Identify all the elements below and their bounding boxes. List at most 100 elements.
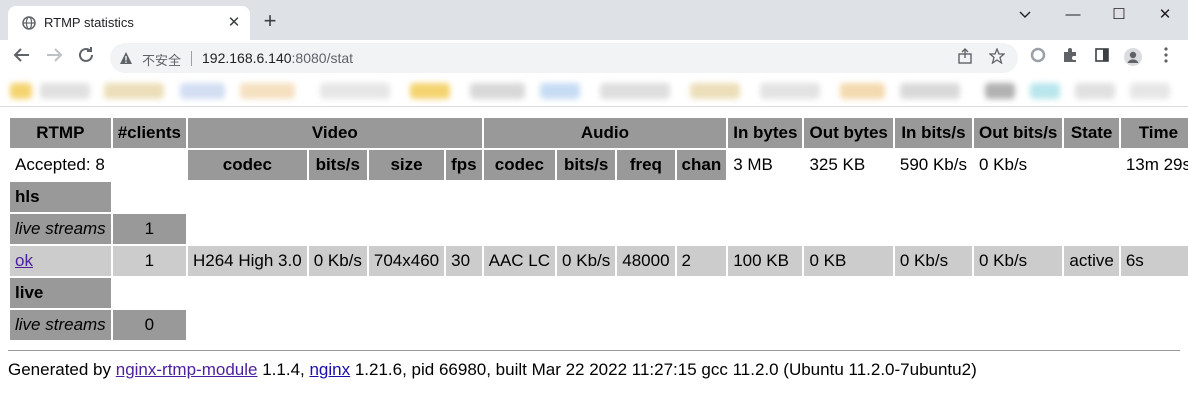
total-in-bits: 590 Kb/s xyxy=(899,155,967,174)
stream-in-bits: 0 Kb/s xyxy=(894,246,972,276)
browser-toolbar: 不安全 192.168.6.140:8080/stat xyxy=(0,40,1188,76)
url-host: 192.168.6.140 xyxy=(202,50,292,66)
col-time: Time xyxy=(1120,118,1188,148)
insecure-label[interactable]: 不安全 xyxy=(142,50,181,69)
page-content: RTMP #clients Video Audio In bytes Out b… xyxy=(8,116,1188,342)
live-streams-row-live: live streams 0 xyxy=(10,310,1188,340)
col-audio-chan: chan xyxy=(676,150,727,180)
tab-title: RTMP statistics xyxy=(44,15,134,30)
col-audio-codec: codec xyxy=(483,150,556,180)
live-streams-label: live streams xyxy=(10,214,111,244)
total-state xyxy=(1064,150,1118,180)
col-video: Video xyxy=(188,118,482,148)
share-icon[interactable] xyxy=(955,48,975,68)
col-audio: Audio xyxy=(483,118,727,148)
col-audio-bits: bits/s xyxy=(557,150,616,180)
new-tab-button[interactable]: + xyxy=(258,10,282,34)
bookmark-item[interactable] xyxy=(320,83,390,99)
bookmarks-bar xyxy=(0,76,1188,107)
stream-in-bytes: 100 KB xyxy=(728,246,803,276)
live-streams-label: live streams xyxy=(10,310,111,340)
bookmark-item[interactable] xyxy=(760,83,820,99)
stream-link-ok[interactable]: ok xyxy=(15,251,33,270)
bookmark-item[interactable] xyxy=(40,83,90,99)
table-header-row: RTMP #clients Video Audio In bytes Out b… xyxy=(10,118,1188,148)
stream-video-bits: 0 Kb/s xyxy=(308,246,367,276)
bookmark-item[interactable] xyxy=(540,83,580,99)
bookmark-item[interactable] xyxy=(985,83,1015,99)
tab-search-icon[interactable] xyxy=(1002,2,1048,28)
stream-out-bytes: 0 KB xyxy=(804,246,893,276)
col-rtmp: RTMP xyxy=(10,118,111,148)
col-state: State xyxy=(1064,118,1119,148)
extensions-puzzle-icon[interactable] xyxy=(1059,47,1081,69)
total-out-bytes: 325 KB xyxy=(809,155,866,174)
col-out-bytes: Out bytes xyxy=(804,118,893,148)
bookmark-item[interactable] xyxy=(104,83,164,99)
footer: Generated by nginx-rtmp-module 1.1.4, ng… xyxy=(8,360,977,380)
stream-video-size: 704x460 xyxy=(368,246,445,276)
live-streams-row-hls: live streams 1 xyxy=(10,214,1188,244)
separator xyxy=(191,51,192,66)
reload-icon[interactable] xyxy=(74,46,98,70)
live-streams-count: 0 xyxy=(112,310,186,340)
col-video-codec: codec xyxy=(188,150,307,180)
uptime: 13m 29s xyxy=(1125,155,1188,174)
maximize-button[interactable]: ☐ xyxy=(1096,2,1142,28)
col-clients: #clients xyxy=(112,118,186,148)
stream-name-cell: ok xyxy=(10,246,111,276)
app-row-hls: hls xyxy=(10,182,1188,212)
address-bar[interactable]: 不安全 192.168.6.140:8080/stat xyxy=(110,43,1018,73)
accepted-count: Accepted: 8 xyxy=(15,155,105,174)
back-icon[interactable] xyxy=(10,46,34,70)
bookmark-item[interactable] xyxy=(240,83,295,99)
bookmark-item[interactable] xyxy=(690,83,740,99)
nginx-rtmp-module-link[interactable]: nginx-rtmp-module xyxy=(116,360,258,379)
app-name-live: live xyxy=(10,278,111,308)
tab-rtmp-statistics[interactable]: RTMP statistics ✕ xyxy=(8,6,250,40)
stream-clients: 1 xyxy=(112,246,186,276)
side-panel-icon[interactable] xyxy=(1091,47,1113,69)
total-in-bytes: 3 MB xyxy=(733,155,773,174)
app-row-live: live xyxy=(10,278,1188,308)
minimize-button[interactable]: — xyxy=(1050,2,1096,28)
summary-row: Accepted: 8 codec bits/s size fps codec … xyxy=(10,150,1188,180)
bookmark-item[interactable] xyxy=(1130,83,1170,99)
live-streams-count: 1 xyxy=(112,214,186,244)
url-path: :8080/stat xyxy=(291,50,354,66)
profile-avatar-icon[interactable] xyxy=(1122,47,1144,69)
stream-out-bits: 0 Kb/s xyxy=(973,246,1063,276)
bookmark-item[interactable] xyxy=(600,83,670,99)
close-tab-icon[interactable]: ✕ xyxy=(226,15,242,31)
warning-icon[interactable] xyxy=(119,51,133,65)
forward-icon[interactable] xyxy=(42,46,66,70)
extension-circle-icon[interactable] xyxy=(1027,47,1049,69)
col-video-size: size xyxy=(368,150,445,180)
stream-audio-codec: AAC LC xyxy=(483,246,556,276)
footer-divider xyxy=(8,350,1180,351)
col-audio-freq: freq xyxy=(617,150,675,180)
bookmark-item[interactable] xyxy=(840,83,885,99)
bookmark-star-icon[interactable] xyxy=(987,47,1007,68)
globe-icon xyxy=(22,16,36,30)
footer-build-info: 1.21.6, pid 66980, built Mar 22 2022 11:… xyxy=(350,360,977,379)
bookmark-item[interactable] xyxy=(410,83,450,99)
total-out-bits: 0 Kb/s xyxy=(978,155,1028,174)
col-out-bits: Out bits/s xyxy=(973,118,1063,148)
bookmark-item[interactable] xyxy=(1075,83,1115,99)
close-window-button[interactable]: ✕ xyxy=(1142,2,1188,28)
menu-kebab-icon[interactable] xyxy=(1155,47,1177,69)
bookmark-item[interactable] xyxy=(1030,83,1060,99)
stream-audio-freq: 48000 xyxy=(617,246,675,276)
bookmark-item[interactable] xyxy=(180,83,225,99)
url-text[interactable]: 192.168.6.140:8080/stat xyxy=(202,50,353,66)
bookmark-item[interactable] xyxy=(470,83,525,99)
footer-module-version: 1.1.4, xyxy=(257,360,310,379)
bookmark-item[interactable] xyxy=(10,83,32,99)
col-in-bytes: In bytes xyxy=(728,118,803,148)
stream-row: ok 1 H264 High 3.0 0 Kb/s 704x460 30 AAC… xyxy=(10,246,1188,276)
nginx-link[interactable]: nginx xyxy=(309,360,350,379)
stream-time: 6s xyxy=(1120,246,1188,276)
bookmark-item[interactable] xyxy=(900,83,960,99)
footer-generated-by: Generated by xyxy=(8,360,116,379)
